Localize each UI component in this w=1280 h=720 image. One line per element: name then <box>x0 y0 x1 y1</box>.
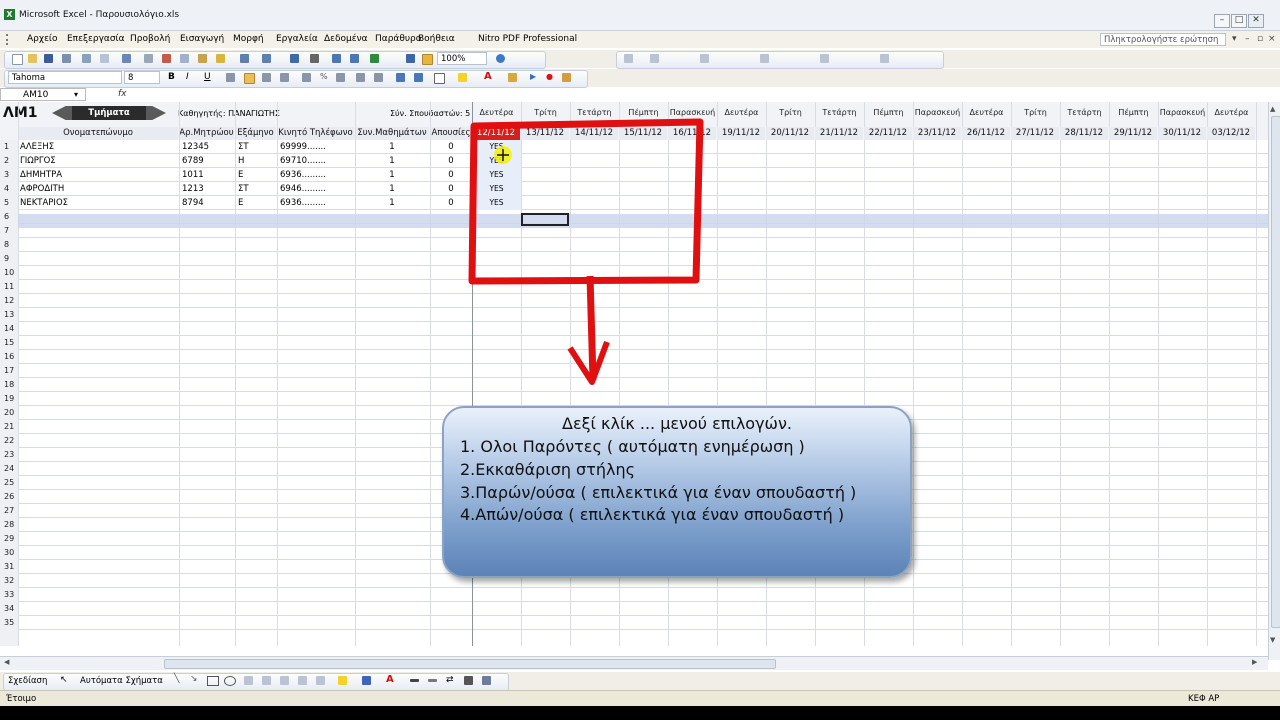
line-color-icon[interactable] <box>362 676 371 685</box>
scroll-down-icon[interactable]: ▼ <box>1270 636 1275 644</box>
scroll-left-icon[interactable]: ◀ <box>4 658 9 666</box>
status-ready: Έτοιμο <box>6 694 37 704</box>
rectangle-tool-icon[interactable] <box>207 676 219 686</box>
diagram-icon[interactable] <box>280 676 289 685</box>
annotation-arrow-shaft <box>586 275 597 381</box>
video-bottom-bar <box>0 706 1280 720</box>
callout-line-2: 2.Εκκαθάριση στήλης <box>460 460 635 479</box>
arrow-tool-icon[interactable]: ↘ <box>190 674 198 684</box>
clipart-icon[interactable] <box>298 676 307 685</box>
callout-line-1: 1. Ολοι Παρόντες ( αυτόματη ενημέρωση ) <box>460 437 805 456</box>
callout-line-4: 4.Απών/ούσα ( επιλεκτικά για έναν σπουδα… <box>460 505 845 524</box>
callout-line-3: 3.Παρών/ούσα ( επιλεκτικά για έναν σπουδ… <box>460 483 857 502</box>
annotation-red-box <box>468 118 704 285</box>
oval-tool-icon[interactable] <box>224 676 236 686</box>
callout-title: Δεξί κλίκ ... μενού επιλογών. <box>562 414 792 433</box>
line-style-icon[interactable] <box>410 679 419 682</box>
picture-icon[interactable] <box>316 676 325 685</box>
draw-fill-color-icon[interactable] <box>338 676 347 685</box>
horizontal-scrollbar[interactable]: ▶ ◀ <box>0 656 1268 670</box>
instruction-callout: Δεξί κλίκ ... μενού επιλογών. 1. Ολοι Πα… <box>442 406 912 578</box>
arrow-style-icon[interactable]: ⇄ <box>446 675 454 685</box>
vertical-scrollbar[interactable]: ▲ ▼ <box>1268 102 1280 660</box>
shadow-style-icon[interactable] <box>464 676 473 685</box>
drawing-toolbar: Σχεδίαση ↖ Αυτόματα Σχήματα ╲ ↘ A ⇄ <box>0 672 1280 691</box>
horizontal-scroll-thumb[interactable] <box>164 659 776 669</box>
line-tool-icon[interactable]: ╲ <box>174 674 179 684</box>
annotation-arrow-head <box>567 340 610 385</box>
3d-style-icon[interactable] <box>482 676 491 685</box>
select-objects-icon[interactable]: ↖ <box>60 675 68 685</box>
autoshapes-menu[interactable]: Αυτόματα Σχήματα <box>80 676 163 686</box>
wordart-icon[interactable] <box>262 676 271 685</box>
scroll-up-icon[interactable]: ▲ <box>1270 105 1275 113</box>
annotation-overlay <box>468 118 704 385</box>
status-indicators: ΚΕΦ ΑΡ <box>1188 694 1220 704</box>
draw-menu[interactable]: Σχεδίαση <box>8 676 47 686</box>
draw-font-color-icon[interactable]: A <box>386 674 394 685</box>
vertical-scroll-thumb[interactable] <box>1271 116 1280 628</box>
drawing-toolbar-group <box>3 673 509 691</box>
scroll-right-icon[interactable]: ▶ <box>1252 658 1257 666</box>
dash-style-icon[interactable] <box>428 679 437 682</box>
textbox-tool-icon[interactable] <box>244 676 253 685</box>
status-bar: Έτοιμο ΚΕΦ ΑΡ <box>0 690 1280 707</box>
